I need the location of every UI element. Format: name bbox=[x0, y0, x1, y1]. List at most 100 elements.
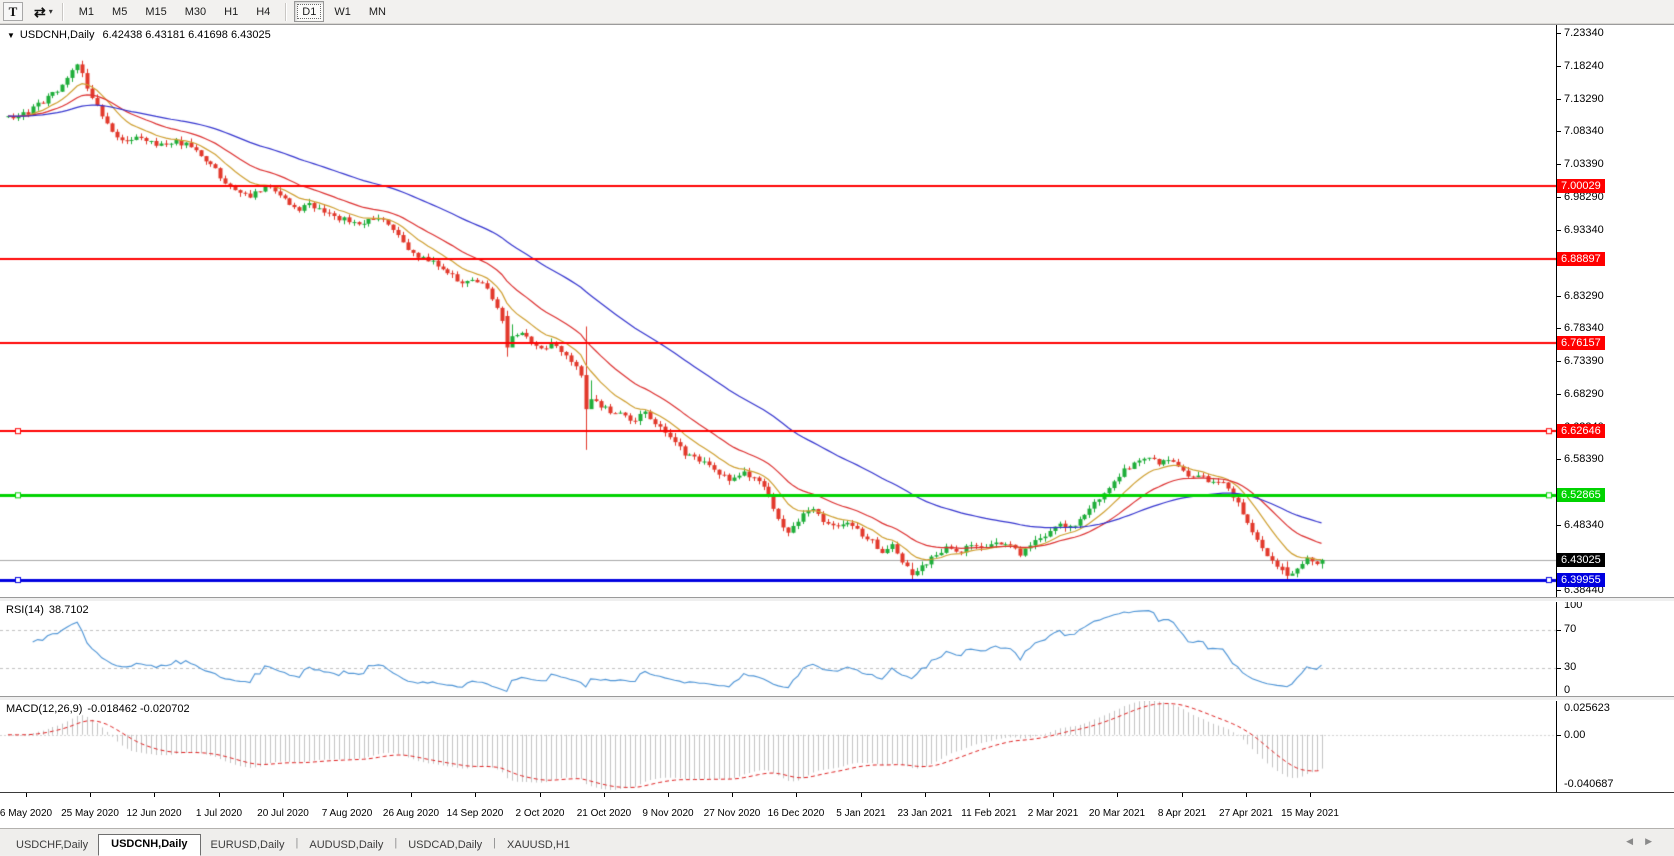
price-tick-mark bbox=[1556, 33, 1561, 34]
indicator-scale-label: 30 bbox=[1564, 661, 1634, 673]
price-tick-mark bbox=[1556, 197, 1561, 198]
top-toolbar: T ⇄ ▾ M1M5M15M30H1H4 D1W1MN bbox=[0, 0, 1674, 24]
timeframe-button-mn[interactable]: MN bbox=[361, 1, 394, 22]
rsi-panel-splitter[interactable] bbox=[0, 597, 1674, 602]
price-tick-label: 6.48340 bbox=[1564, 519, 1634, 531]
mt4-application: { "toolbar": { "pointer_tool": "T", "cur… bbox=[0, 0, 1674, 854]
time-tick-mark bbox=[1246, 793, 1247, 797]
price-tick-label: 6.83290 bbox=[1564, 290, 1634, 302]
chart-tab-audusd[interactable]: AUDUSD,Daily bbox=[299, 836, 393, 855]
chart-tab-usdcad[interactable]: USDCAD,Daily bbox=[398, 836, 492, 855]
time-tick-mark bbox=[475, 793, 476, 797]
time-tick-mark bbox=[540, 793, 541, 797]
tab-separator: | bbox=[394, 837, 397, 849]
chevron-down-icon: ▾ bbox=[49, 7, 53, 16]
time-tick-mark bbox=[347, 793, 348, 797]
price-tick-label: 6.78340 bbox=[1564, 322, 1634, 334]
indicator-scale-label: 0.00 bbox=[1564, 729, 1634, 741]
time-tick-mark bbox=[1310, 793, 1311, 797]
price-chart-canvas[interactable] bbox=[0, 25, 1556, 793]
time-axis-label: 15 May 2021 bbox=[1270, 807, 1350, 820]
toolbar-separator bbox=[285, 3, 287, 21]
price-line-badge: 6.43025 bbox=[1557, 553, 1605, 567]
chart-tab-usdcnh[interactable]: USDCNH,Daily bbox=[98, 834, 200, 856]
price-tick-label: 6.73390 bbox=[1564, 355, 1634, 367]
timeframe-button-h1[interactable]: H1 bbox=[216, 1, 246, 22]
indicator-tick-mark bbox=[1556, 735, 1561, 736]
chart-symbol-title: USDCNH,Daily bbox=[20, 29, 95, 41]
price-tick-label: 7.18240 bbox=[1564, 60, 1634, 72]
indicator-scale-label: 70 bbox=[1564, 623, 1634, 635]
cursor-arrows-icon: ⇄ bbox=[34, 5, 46, 19]
chart-tab-usdchf[interactable]: USDCHF,Daily bbox=[6, 836, 98, 855]
price-tick-mark bbox=[1556, 459, 1561, 460]
price-tick-label: 6.68290 bbox=[1564, 388, 1634, 400]
chart-tab-eurusd[interactable]: EURUSD,Daily bbox=[201, 836, 295, 855]
time-tick-mark bbox=[989, 793, 990, 797]
timeframe-button-m15[interactable]: M15 bbox=[137, 1, 174, 22]
time-tick-mark bbox=[732, 793, 733, 797]
cursor-mode-button[interactable]: ⇄ ▾ bbox=[31, 4, 56, 20]
timeframe-button-h4[interactable]: H4 bbox=[248, 1, 278, 22]
price-tick-mark bbox=[1556, 99, 1561, 100]
price-line-badge: 6.39955 bbox=[1557, 573, 1605, 587]
time-tick-mark bbox=[283, 793, 284, 797]
price-tick-mark bbox=[1556, 164, 1561, 165]
indicator-scale-label: -0.040687 bbox=[1564, 778, 1634, 790]
price-tick-mark bbox=[1556, 394, 1561, 395]
price-tick-label: 6.58390 bbox=[1564, 453, 1634, 465]
chart-ohlc-values: 6.42438 6.43181 6.41698 6.43025 bbox=[102, 29, 270, 41]
price-tick-label: 7.08340 bbox=[1564, 125, 1634, 137]
timeframe-buttons: M1M5M15M30H1H4 D1W1MN bbox=[70, 1, 395, 22]
chart-title-overlay: ▼ USDCNH,Daily 6.42438 6.43181 6.41698 6… bbox=[7, 29, 271, 41]
tab-scroll-arrows: ◀▶ bbox=[1626, 836, 1664, 847]
macd-panel-splitter[interactable] bbox=[0, 696, 1674, 701]
macd-indicator-label: MACD(12,26,9)-0.018462 -0.020702 bbox=[6, 703, 190, 715]
timeframe-button-w1[interactable]: W1 bbox=[326, 1, 359, 22]
time-tick-mark bbox=[1053, 793, 1054, 797]
time-tick-mark bbox=[219, 793, 220, 797]
price-line-badge: 6.88897 bbox=[1557, 252, 1605, 266]
price-line-badge: 7.00029 bbox=[1557, 179, 1605, 193]
timeframe-button-d1[interactable]: D1 bbox=[294, 1, 324, 22]
chart-menu-triangle-icon: ▼ bbox=[7, 31, 15, 40]
time-axis-separator bbox=[0, 792, 1674, 793]
indicator-tick-mark bbox=[1556, 630, 1561, 631]
chart-tabs: USDCHF,DailyUSDCNH,DailyEURUSD,Daily|AUD… bbox=[6, 831, 580, 855]
price-line-badge: 6.62646 bbox=[1557, 424, 1605, 438]
price-tick-mark bbox=[1556, 328, 1561, 329]
time-tick-mark bbox=[26, 793, 27, 797]
timeframe-button-m5[interactable]: M5 bbox=[104, 1, 135, 22]
time-tick-mark bbox=[668, 793, 669, 797]
tab-scroll-left-icon[interactable]: ◀ bbox=[1626, 836, 1645, 846]
price-axis-separator bbox=[1556, 25, 1557, 793]
indicator-scale-label: 0 bbox=[1564, 684, 1634, 696]
rsi-indicator-label: RSI(14)38.7102 bbox=[6, 604, 89, 616]
indicator-scale-label: 0.025623 bbox=[1564, 702, 1634, 714]
price-tick-label: 6.93340 bbox=[1564, 224, 1634, 236]
price-tick-mark bbox=[1556, 230, 1561, 231]
price-tick-mark bbox=[1556, 296, 1561, 297]
time-tick-mark bbox=[925, 793, 926, 797]
time-tick-mark bbox=[1117, 793, 1118, 797]
time-tick-mark bbox=[796, 793, 797, 797]
toolbar-separator bbox=[62, 3, 64, 21]
price-tick-label: 7.23340 bbox=[1564, 27, 1634, 39]
price-tick-mark bbox=[1556, 66, 1561, 67]
chart-tab-xauusd[interactable]: XAUUSD,H1 bbox=[497, 836, 580, 855]
timeframe-button-m1[interactable]: M1 bbox=[71, 1, 102, 22]
time-tick-mark bbox=[604, 793, 605, 797]
timeframe-button-m30[interactable]: M30 bbox=[177, 1, 214, 22]
price-line-badge: 6.76157 bbox=[1557, 336, 1605, 350]
tab-scroll-right-icon[interactable]: ▶ bbox=[1645, 836, 1664, 846]
price-tick-mark bbox=[1556, 525, 1561, 526]
text-tool-button[interactable]: T bbox=[3, 2, 23, 21]
time-tick-mark bbox=[861, 793, 862, 797]
chart-tab-bar: USDCHF,DailyUSDCNH,DailyEURUSD,Daily|AUD… bbox=[0, 828, 1674, 855]
price-tick-mark bbox=[1556, 590, 1561, 591]
price-line-badge: 6.52865 bbox=[1557, 488, 1605, 502]
tab-separator: | bbox=[493, 837, 496, 849]
price-tick-mark bbox=[1556, 131, 1561, 132]
time-tick-mark bbox=[154, 793, 155, 797]
price-tick-label: 7.03390 bbox=[1564, 158, 1634, 170]
